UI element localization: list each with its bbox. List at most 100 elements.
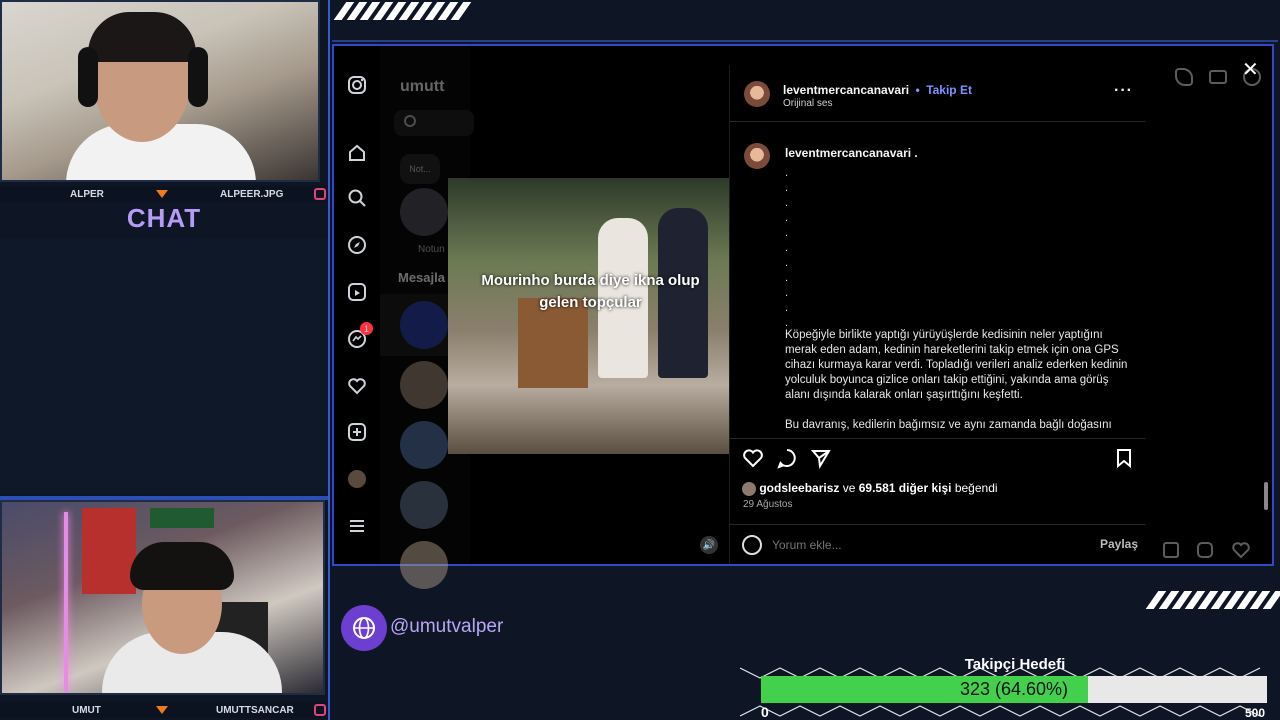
share-icon[interactable] [810, 447, 832, 474]
bottom-webcam [0, 500, 325, 695]
arrow-down-icon [156, 706, 168, 714]
goal-progress-bar: 323 (64.60%) [761, 676, 1267, 703]
caption-dot: . [785, 182, 789, 194]
goal-title: Takipçi Hedefi [964, 656, 1066, 673]
headset-right [188, 47, 208, 107]
likes-suffix: beğendi [954, 481, 998, 495]
messenger-icon[interactable]: 1 [346, 322, 373, 350]
note-caption: Notun [418, 244, 445, 255]
create-icon[interactable] [346, 421, 368, 443]
video-call-icon[interactable] [1209, 70, 1227, 84]
caption-dot: . [785, 287, 789, 299]
dm-header-strip [1145, 46, 1272, 564]
likes-line: godsleebarisz ve 69.581 diğer kişi beğen… [742, 481, 998, 496]
deco-stripes-top [333, 2, 472, 20]
post-header: leventmercancanavari • Takip Et Orijinal… [730, 66, 1146, 122]
frame-line [332, 40, 1278, 42]
liker-avatar [742, 481, 756, 496]
video-caption: Mourinho burda diye ikna olup gelen topç… [481, 272, 700, 311]
speaker-icon[interactable]: 🔊 [700, 536, 718, 554]
thread-avatar[interactable] [400, 541, 448, 589]
post-panel: leventmercancanavari • Takip Et Orijinal… [729, 66, 1146, 564]
liker-username[interactable]: godsleebarisz [759, 481, 839, 495]
scrollbar[interactable] [1264, 482, 1268, 510]
follow-button[interactable]: Takip Et [926, 83, 972, 97]
likes-count[interactable]: 69.581 diğer kişi [859, 481, 952, 495]
post-actions: godsleebarisz ve 69.581 diğer kişi beğen… [730, 438, 1146, 518]
instagram-icon[interactable] [346, 74, 368, 96]
caption-dot: . [785, 302, 789, 314]
search-box[interactable] [394, 110, 474, 136]
bookmark-icon[interactable] [1114, 447, 1134, 474]
caption-dot: . [785, 167, 789, 179]
search-icon [404, 115, 416, 127]
instagram-window: 1 umutt Not... Notun Mesajla Mourinho bu… [332, 44, 1274, 589]
caption-paragraph: Bu davranış, kedilerin bağımsız ve aynı … [785, 419, 1112, 431]
comment-icon[interactable] [776, 447, 798, 474]
caption-dots: ........... [785, 166, 788, 331]
stream-overlay: ALPER ALPEER.JPG CHAT UMUT UMUTTSANCAR 1… [0, 0, 1280, 720]
separator: • [915, 83, 920, 97]
comment-input[interactable] [772, 535, 1052, 555]
thread-avatar[interactable] [400, 301, 448, 349]
globe-icon [341, 605, 387, 651]
phone-icon[interactable] [1175, 68, 1193, 86]
deco-stripes-right [1145, 591, 1280, 609]
caption-dot: . [785, 242, 789, 254]
menu-icon[interactable] [346, 515, 368, 537]
share-comment-button[interactable]: Paylaş [1100, 537, 1138, 551]
bottom-cam-namebar: UMUT UMUTTSANCAR [0, 702, 328, 718]
banner [150, 508, 214, 528]
search-icon[interactable] [346, 187, 368, 209]
caption-dot: . [785, 257, 789, 269]
post-date: 29 Ağustos [743, 499, 793, 510]
caption-dot: . [785, 212, 789, 224]
caption-username[interactable]: leventmercancanavari . [785, 146, 918, 160]
heart-icon[interactable] [1231, 540, 1251, 565]
bottom-cam-left-name: UMUT [72, 704, 101, 716]
arrow-down-icon [156, 190, 168, 198]
note-avatar[interactable] [400, 188, 448, 236]
top-cam-namebar: ALPER ALPEER.JPG [0, 186, 328, 202]
author-line: leventmercancanavari • Takip Et [783, 81, 972, 99]
poster [82, 508, 136, 594]
thread-avatar[interactable] [400, 421, 448, 469]
thread-avatar[interactable] [400, 481, 448, 529]
caption-dot: . [785, 197, 789, 209]
home-icon[interactable] [346, 142, 368, 164]
top-cam-left-name: ALPER [70, 188, 104, 200]
explore-icon[interactable] [346, 234, 368, 256]
caption-text: Köpeğiyle birlikte yaptığı yürüyüşlerde … [785, 328, 1135, 433]
caption-paragraph: Köpeğiyle birlikte yaptığı yürüyüşlerde … [785, 329, 1128, 401]
profile-avatar-icon[interactable] [346, 468, 368, 490]
instagram-small-icon [314, 704, 326, 716]
more-icon[interactable]: ··· [1114, 82, 1133, 100]
reels-icon[interactable] [346, 281, 368, 303]
chat-panel [0, 238, 328, 494]
heart-icon[interactable] [346, 375, 368, 397]
comment-bar: Paylaş [730, 524, 1146, 564]
goal-min: 0 [761, 704, 769, 720]
note-bubble: Not... [400, 154, 440, 184]
close-icon[interactable]: ✕ [1242, 60, 1259, 80]
like-icon[interactable] [742, 447, 764, 474]
likes-connector: ve [842, 481, 856, 495]
author-username[interactable]: leventmercancanavari [783, 83, 909, 97]
instagram-sidebar: 1 [334, 46, 380, 564]
audio-label[interactable]: Orijinal ses [783, 98, 832, 109]
author-avatar[interactable] [744, 81, 770, 107]
headset [78, 47, 98, 107]
messages-label: Mesajla [398, 270, 445, 285]
sticker-icon[interactable] [1197, 542, 1213, 558]
hair [88, 12, 196, 62]
top-cam-right-name: ALPEER.JPG [220, 188, 284, 200]
reel-video[interactable]: Mourinho burda diye ikna olup gelen topç… [448, 178, 729, 454]
gallery-icon[interactable] [1163, 542, 1179, 558]
emoji-icon[interactable] [742, 535, 762, 555]
led-strip [64, 512, 68, 692]
top-webcam [0, 0, 320, 182]
caption-avatar[interactable] [744, 143, 770, 169]
thread-avatar[interactable] [400, 361, 448, 409]
bottom-cam-right-name: UMUTTSANCAR [216, 704, 294, 716]
social-handle: @umutvalper [390, 616, 504, 637]
